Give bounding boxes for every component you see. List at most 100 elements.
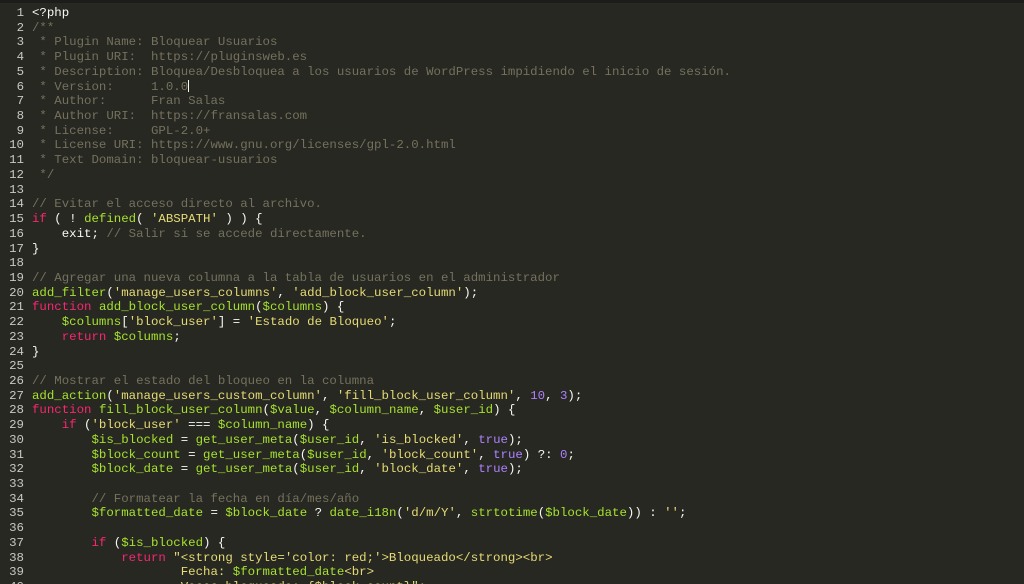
line-content: * Description: Bloquea/Desbloquea a los … [32,65,731,80]
code-token: Veces bloqueado: {$block_count}"; [32,580,426,584]
code-token: 'd/m/Y' [403,506,456,521]
code-line[interactable]: 25 [0,359,1024,374]
code-token: Fecha: [32,565,233,580]
line-number: 22 [9,315,24,330]
code-token: ); [463,285,479,300]
code-token: ( [255,300,263,315]
code-line[interactable]: 6 * Version: 1.0.0 [0,80,1024,95]
code-line[interactable]: 40 Veces bloqueado: {$block_count}"; [0,580,1024,584]
code-line[interactable]: 20 add_filter('manage_users_columns', 'ad… [0,286,1024,301]
code-line[interactable]: 35 $formatted_date = $block_date ? date_… [0,506,1024,521]
line-content: // Mostrar el estado del bloqueo en la c… [32,374,374,389]
line-content: } [32,345,39,360]
code-line[interactable]: 26 // Mostrar el estado del bloqueo en la… [0,374,1024,389]
line-content: // Agregar una nueva columna a la tabla … [32,271,560,286]
code-token: if [91,535,107,550]
code-line[interactable]: 11 * Text Domain: bloquear-usuarios [0,153,1024,168]
code-line[interactable]: 2 /** [0,21,1024,36]
code-token: function [32,300,92,315]
code-token: = [173,432,196,447]
line-content: $formatted_date = $block_date ? date_i18… [32,506,687,521]
code-token: 'is_blocked' [374,432,464,447]
code-line[interactable]: 30 $is_blocked = get_user_meta($user_id,… [0,433,1024,448]
code-line[interactable]: 18 [0,256,1024,271]
line-number: 3 [16,35,24,50]
code-token: , [359,462,375,477]
code-line[interactable]: 13 [0,183,1024,198]
line-content: function fill_block_user_column($value, … [32,403,515,418]
code-token: , [515,388,531,403]
code-line[interactable]: 39 Fecha: $formatted_date<br> [0,565,1024,580]
line-number: 35 [9,506,24,521]
code-line[interactable]: 33 [0,477,1024,492]
code-editor[interactable]: 1 <?php 2/** 3 * Plugin Name: Bloquear Usua… [0,0,1024,584]
code-token: ); [507,462,523,477]
line-number: 23 [9,329,24,344]
code-line[interactable]: 32 $block_date = get_user_meta($user_id,… [0,462,1024,477]
code-line[interactable]: 28 function fill_block_user_column($value… [0,403,1024,418]
code-line[interactable]: 24} [0,345,1024,360]
code-line[interactable]: 23 return $columns; [0,330,1024,345]
code-line[interactable]: 16 exit; // Salir si se accede directame… [0,227,1024,242]
line-number: 40 [0,580,32,584]
code-line[interactable]: 3 * Plugin Name: Bloquear Usuarios [0,35,1024,50]
code-token: */ [32,167,55,182]
code-line[interactable]: 1 <?php [0,6,1024,21]
line-number: 38 [9,550,24,565]
code-token: ( [106,535,122,550]
code-line[interactable]: 31 $block_count = get_user_meta($user_id… [0,448,1024,463]
code-token: $block_date [545,506,627,521]
code-line[interactable]: 15 if ( ! defined( 'ABSPATH' ) ) { [0,212,1024,227]
code-line[interactable]: 7 * Author: Fran Salas [0,94,1024,109]
code-area[interactable]: 1 <?php 2/** 3 * Plugin Name: Bloquear Usua… [0,6,1024,584]
code-line[interactable]: 21 function add_block_user_column($column… [0,300,1024,315]
code-token: , [366,447,382,462]
code-line[interactable]: 14 // Evitar el acceso directo al archivo… [0,197,1024,212]
line-number: 31 [9,447,24,462]
code-line[interactable]: 27 add_action('manage_users_custom_column… [0,389,1024,404]
code-token: exit; [32,226,107,241]
line-number: 30 [9,432,24,447]
code-line[interactable]: 29 if ('block_user' === $column_name) { [0,418,1024,433]
line-content: if ('block_user' === $column_name) { [32,418,330,433]
line-number: 17 [9,241,24,256]
code-token: $is_blocked [91,432,174,447]
code-token: = [203,506,226,521]
code-token: , [322,388,337,403]
code-line[interactable]: 19 // Agregar una nueva columna a la tabl… [0,271,1024,286]
code-line[interactable]: 38 return "<strong style='color: red;'>B… [0,551,1024,566]
code-line[interactable]: 34 // Formatear la fecha en día/mes/año [0,492,1024,507]
code-token: , [418,403,434,418]
code-line[interactable]: 9 * License: GPL-2.0+ [0,124,1024,139]
line-number: 12 [9,167,24,182]
code-token: get_user_meta [195,462,293,477]
line-content: add_filter('manage_users_columns', 'add_… [32,286,478,301]
code-line[interactable]: 37 if ($is_blocked) { [0,536,1024,551]
line-number: 13 [9,182,24,197]
code-token: /** [32,20,55,35]
line-content: $is_blocked = get_user_meta($user_id, 'i… [32,433,523,448]
code-token: ; [388,315,397,330]
line-number: 18 [9,256,24,271]
code-token: ( [136,212,151,227]
code-token: * Author URI: https://fransalas.com [32,109,308,124]
code-line[interactable]: 17} [0,242,1024,257]
code-token: * License URI: https://www.gnu.org/licen… [32,138,456,153]
line-content: } [32,242,39,257]
code-token: if [32,212,47,227]
code-token: $formatted_date [232,565,345,580]
line-content: * Text Domain: bloquear-usuarios [32,153,277,168]
code-line[interactable]: 36 [0,521,1024,536]
code-line[interactable]: 22 $columns['block_user'] = 'Estado de B… [0,315,1024,330]
code-line[interactable]: 10 * License URI: https://www.gnu.org/li… [0,138,1024,153]
code-token: === [180,418,218,433]
code-line[interactable]: 5 * Description: Bloquea/Desbloquea a lo… [0,65,1024,80]
code-token: [ [121,315,129,330]
code-line[interactable]: 12 */ [0,168,1024,183]
code-token: ( [537,506,546,521]
code-line[interactable]: 4 * Plugin URI: https://pluginsweb.es [0,50,1024,65]
code-line[interactable]: 8 * Author URI: https://fransalas.com [0,109,1024,124]
